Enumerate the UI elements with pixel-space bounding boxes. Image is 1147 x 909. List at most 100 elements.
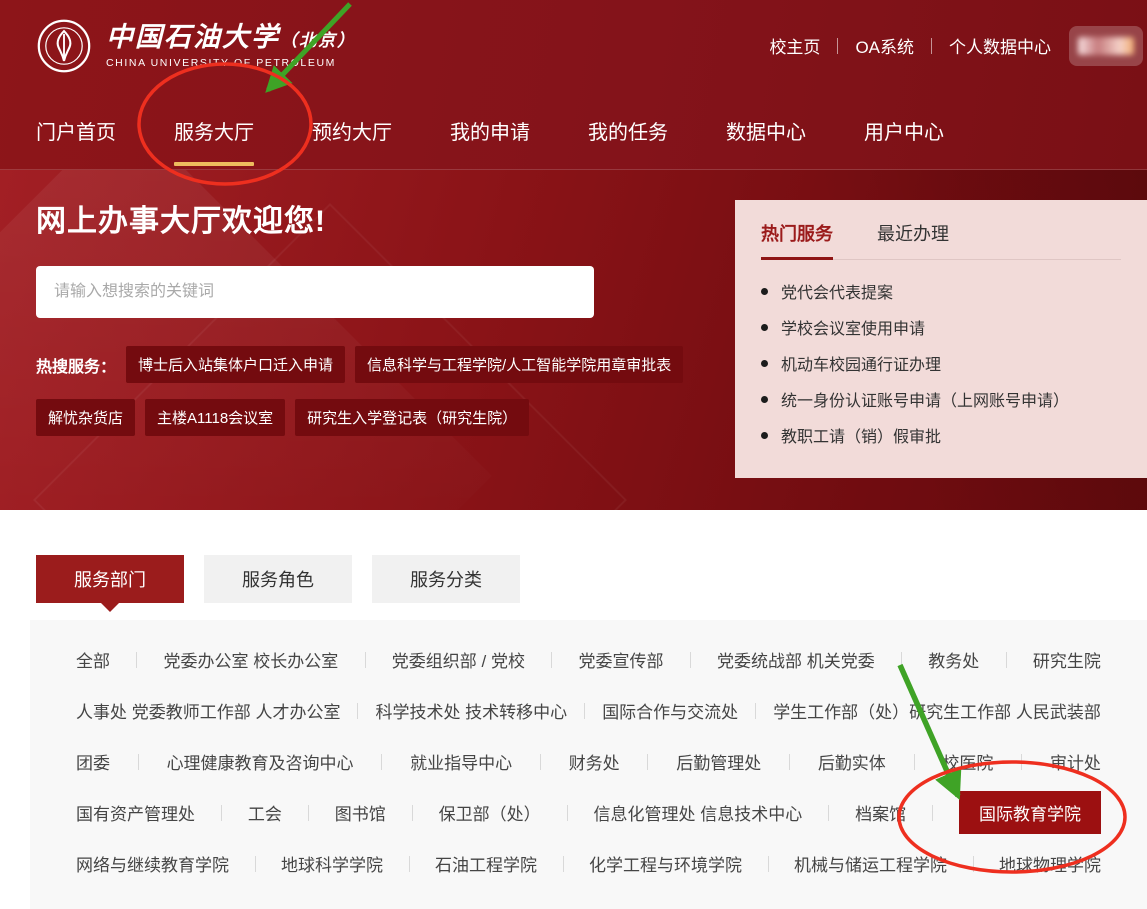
department-link[interactable]: 石油工程学院 [435,851,537,876]
hot-panel-item[interactable]: 教职工请（销）假审批 [761,417,1121,453]
hot-search-tag[interactable]: 信息科学与工程学院/人工智能学院用章审批表 [355,346,683,383]
search-input[interactable] [36,266,594,318]
university-name: 中国石油大学（北京） CHINA UNIVERSITY OF PETROLEUM [106,23,356,69]
department-link[interactable]: 地球物理学院 [999,851,1101,876]
department-link[interactable]: 后勤实体 [818,749,886,774]
department-link[interactable]: 保卫部（处） [439,800,541,825]
user-name-redacted [1078,37,1134,55]
university-logo[interactable]: 中国石油大学（北京） CHINA UNIVERSITY OF PETROLEUM [36,18,356,74]
department-link[interactable]: 工会 [248,800,282,825]
department-link[interactable]: 国际合作与交流处 [602,698,738,723]
top-links: 校主页 OA系统 个人数据中心 [769,33,1051,58]
top-link[interactable]: OA系统 [855,33,914,58]
hot-search-tag[interactable]: 研究生入学登记表（研究生院） [295,399,529,436]
hot-panel-list: 党代会代表提案学校会议室使用申请机动车校园通行证办理统一身份认证账号申请（上网账… [761,273,1121,453]
department-link[interactable]: 党委办公室 校长办公室 [164,647,339,672]
nav-item[interactable]: 我的申请 [450,116,530,145]
hot-panel-item-label: 统一身份认证账号申请（上网账号申请） [781,387,1069,411]
hot-panel-tabs: 热门服务 最近办理 [761,220,1121,260]
divider [563,856,564,872]
divider [901,652,902,668]
department-row: 网络与继续教育学院 地球科学学院 石油工程学院 化学工程与环境学院 机械与储运工程学院 地… [76,838,1101,889]
university-seal-icon [36,18,92,74]
hot-panel-item[interactable]: 学校会议室使用申请 [761,309,1121,345]
hot-panel-item[interactable]: 统一身份认证账号申请（上网账号申请） [761,381,1121,417]
hot-panel-item-label: 教职工请（销）假审批 [781,423,941,447]
department-link[interactable]: 团委 [76,749,110,774]
department-link[interactable]: 后勤管理处 [676,749,761,774]
hot-search-tag[interactable]: 解忧杂货店 [36,399,135,436]
department-link[interactable]: 教务处 [928,647,979,672]
divider [973,856,974,872]
filter-tab[interactable]: 服务分类 [372,555,520,603]
bullet-icon [761,324,768,331]
department-link[interactable]: 人事处 党委教师工作部 人才办公室 [76,698,340,723]
hot-search-row: 热搜服务： 博士后入站集体户口迁入申请信息科学与工程学院/人工智能学院用章审批表… [36,346,736,436]
divider [584,703,585,719]
department-link[interactable]: 科学技术处 技术转移中心 [375,698,567,723]
filter-tab[interactable]: 服务角色 [204,555,352,603]
hot-search-tag[interactable]: 主楼A1118会议室 [145,399,285,436]
banner-title: 网上办事大厅欢迎您! [36,196,326,240]
department-link[interactable]: 国际教育学院 [959,791,1101,834]
divider [136,652,137,668]
department-link[interactable]: 信息化管理处 信息技术中心 [594,800,803,825]
department-link[interactable]: 网络与继续教育学院 [76,851,229,876]
department-link[interactable]: 研究生院 [1033,647,1101,672]
top-link[interactable]: 校主页 [769,33,820,58]
department-row: 团委 心理健康教育及咨询中心 就业指导中心 财务处 后勤管理处 后勤实体 校医院 审计处 [76,736,1101,787]
nav-item[interactable]: 服务大厅 [174,116,254,145]
banner: 网上办事大厅欢迎您! 热搜服务： 博士后入站集体户口迁入申请信息科学与工程学院/… [0,170,1147,510]
divider [255,856,256,872]
hot-panel-item[interactable]: 党代会代表提案 [761,273,1121,309]
department-link[interactable]: 档案馆 [855,800,906,825]
hot-panel-tab[interactable]: 热门服务 [761,220,833,259]
nav-item[interactable]: 用户中心 [864,116,944,145]
department-link[interactable]: 党委组织部 / 党校 [392,647,525,672]
department-link[interactable]: 机械与储运工程学院 [794,851,947,876]
hot-services-panel: 热门服务 最近办理 党代会代表提案学校会议室使用申请机动车校园通行证办理统一身份认… [735,200,1147,478]
department-link[interactable]: 财务处 [569,749,620,774]
divider [567,805,568,821]
top-link[interactable]: 个人数据中心 [949,33,1051,58]
department-link[interactable]: 党委统战部 机关党委 [717,647,875,672]
department-link[interactable]: 校医院 [942,749,993,774]
department-link[interactable]: 心理健康教育及咨询中心 [167,749,354,774]
hot-search-tag[interactable]: 博士后入站集体户口迁入申请 [126,346,345,383]
divider [357,703,358,719]
nav-item[interactable]: 数据中心 [726,116,806,145]
top-header: 中国石油大学（北京） CHINA UNIVERSITY OF PETROLEUM… [0,0,1147,170]
hot-panel-item[interactable]: 机动车校园通行证办理 [761,345,1121,381]
divider [789,754,790,770]
bullet-icon [761,396,768,403]
filter-tab[interactable]: 服务部门 [36,555,184,603]
department-link[interactable]: 党委宣传部 [579,647,664,672]
department-link[interactable]: 审计处 [1050,749,1101,774]
divider [308,805,309,821]
department-link[interactable]: 国有资产管理处 [76,800,195,825]
divider [409,856,410,872]
user-badge[interactable] [1069,26,1143,66]
divider [551,652,552,668]
department-link[interactable]: 地球科学学院 [281,851,383,876]
divider [138,754,139,770]
divider [221,805,222,821]
nav-item[interactable]: 我的任务 [588,116,668,145]
department-link[interactable]: 学生工作部（处）研究生工作部 人民武装部 [773,698,1101,723]
main-nav: 门户首页 服务大厅 预约大厅 我的申请 我的任务 数据中心 用户中心 [36,90,944,170]
department-link[interactable]: 全部 [76,647,110,672]
department-link[interactable]: 就业指导中心 [410,749,512,774]
nav-item[interactable]: 预约大厅 [312,116,392,145]
top-link-divider [931,38,932,54]
nav-item[interactable]: 门户首页 [36,116,116,145]
filter-tabs: 服务部门服务角色服务分类 [36,555,520,603]
department-row: 全部 党委办公室 校长办公室 党委组织部 / 党校 党委宣传部 党委统战部 机关党委 教务… [76,634,1101,685]
department-link[interactable]: 图书馆 [335,800,386,825]
department-link[interactable]: 化学工程与环境学院 [589,851,742,876]
divider [755,703,756,719]
divider [365,652,366,668]
hot-panel-item-label: 机动车校园通行证办理 [781,351,941,375]
bullet-icon [761,360,768,367]
department-row: 国有资产管理处 工会 图书馆 保卫部（处） 信息化管理处 信息技术中心 档案馆 国际教育学院 [76,787,1101,838]
hot-panel-tab[interactable]: 最近办理 [877,220,949,259]
